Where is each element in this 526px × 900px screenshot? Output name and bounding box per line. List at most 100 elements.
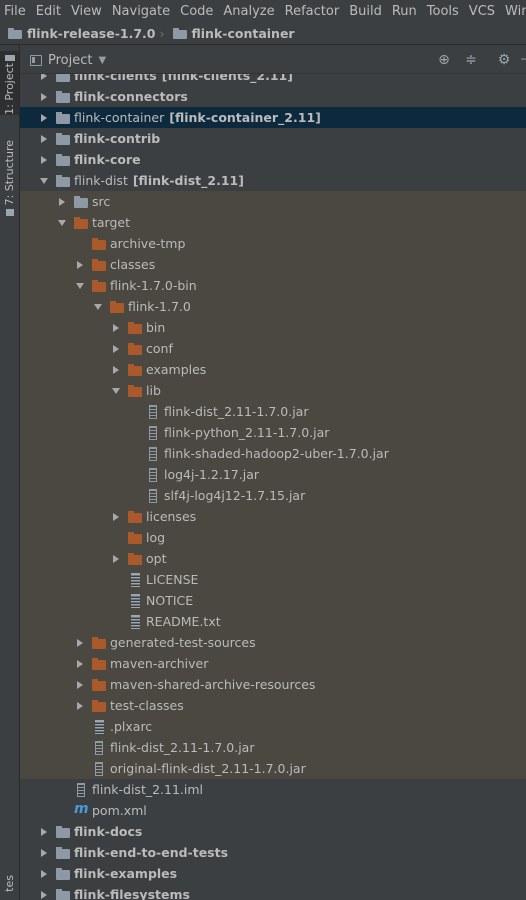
menu-refactor[interactable]: Refactor <box>280 4 345 19</box>
tree-row[interactable]: flink-connectors <box>20 86 526 107</box>
tree-row[interactable]: flink-end-to-end-tests <box>20 842 526 863</box>
tree-item-label: log <box>146 530 166 545</box>
tree-row[interactable]: flink-examples <box>20 863 526 884</box>
tree-item-label: flink-container <box>74 110 165 125</box>
collapsed-arrow-icon[interactable] <box>75 695 85 716</box>
hide-icon[interactable]: ⊣ <box>518 52 526 68</box>
menu-bar: File Edit View Navigate Code Analyze Refactor B… <box>0 0 526 22</box>
collapsed-arrow-icon[interactable] <box>75 653 85 674</box>
expanded-arrow-icon[interactable] <box>93 296 103 317</box>
tab-project[interactable]: 1: Project <box>0 51 19 115</box>
collapsed-arrow-icon[interactable] <box>75 254 85 275</box>
tree-row[interactable]: flink-python_2.11-1.7.0.jar <box>20 422 526 443</box>
expanded-arrow-icon[interactable] <box>111 380 121 401</box>
menu-code[interactable]: Code <box>175 4 218 19</box>
tree-row[interactable]: examples <box>20 359 526 380</box>
menu-run[interactable]: Run <box>387 4 422 19</box>
collapsed-arrow-icon[interactable] <box>57 191 67 212</box>
tree-row[interactable]: maven-shared-archive-resources <box>20 674 526 695</box>
tree-item-label: flink-connectors <box>74 89 188 104</box>
tree-item-label: flink-dist_2.11-1.7.0.jar <box>110 740 255 755</box>
collapsed-arrow-icon[interactable] <box>39 863 49 884</box>
tree-row[interactable]: generated-test-sources <box>20 632 526 653</box>
expanded-arrow-icon[interactable] <box>57 212 67 233</box>
collapsed-arrow-icon[interactable] <box>39 884 49 900</box>
collapsed-arrow-icon[interactable] <box>111 317 121 338</box>
menu-analyze[interactable]: Analyze <box>218 4 279 19</box>
breadcrumb-item-project[interactable]: flink-release-1.7.0 › <box>0 26 165 41</box>
tree-row[interactable]: maven-archiver <box>20 653 526 674</box>
tree-row[interactable]: flink-core <box>20 149 526 170</box>
menu-view[interactable]: View <box>66 4 107 19</box>
tree-row[interactable]: README.txt <box>20 611 526 632</box>
tree-row[interactable]: flink-filesystems <box>20 884 526 900</box>
tree-row[interactable]: src <box>20 191 526 212</box>
tree-row[interactable]: flink-docs <box>20 821 526 842</box>
tree-row[interactable]: LICENSE <box>20 569 526 590</box>
collapse-all-icon[interactable]: ≑ <box>463 52 479 68</box>
panel-title[interactable]: Project <box>48 53 92 68</box>
expanded-arrow-icon[interactable] <box>75 275 85 296</box>
no-arrow <box>75 233 85 254</box>
collapsed-arrow-icon[interactable] <box>111 548 121 569</box>
tree-item-label: original-flink-dist_2.11-1.7.0.jar <box>110 761 306 776</box>
tree-row[interactable]: test-classes <box>20 695 526 716</box>
tree-row[interactable]: target <box>20 212 526 233</box>
tree-row[interactable]: .plxarc <box>20 716 526 737</box>
tree-row[interactable]: conf <box>20 338 526 359</box>
tree-row[interactable]: NOTICE <box>20 590 526 611</box>
collapsed-arrow-icon[interactable] <box>75 632 85 653</box>
gear-icon[interactable]: ⚙ <box>496 52 512 68</box>
menu-navigate[interactable]: Navigate <box>107 4 175 19</box>
collapsed-arrow-icon[interactable] <box>39 821 49 842</box>
no-arrow <box>75 758 85 779</box>
tree-row[interactable]: pom.xml <box>20 800 526 821</box>
tree-row[interactable]: archive-tmp <box>20 233 526 254</box>
tree-row[interactable]: bin <box>20 317 526 338</box>
breadcrumb-item-module[interactable]: flink-container <box>165 26 295 41</box>
tab-structure[interactable]: 7: Structure <box>0 140 19 220</box>
tree-row[interactable]: lib <box>20 380 526 401</box>
module-folder-icon <box>56 174 70 187</box>
tree-row[interactable]: flink-shaded-hadoop2-uber-1.7.0.jar <box>20 443 526 464</box>
menu-vcs[interactable]: VCS <box>464 4 500 19</box>
expanded-arrow-icon[interactable] <box>39 170 49 191</box>
tree-row[interactable]: flink-dist_2.11.iml <box>20 779 526 800</box>
tree-row[interactable]: log <box>20 527 526 548</box>
tree-row[interactable]: log4j-1.2.17.jar <box>20 464 526 485</box>
module-folder-icon <box>56 153 70 166</box>
tree-item-label: flink-filesystems <box>74 887 190 900</box>
menu-build[interactable]: Build <box>344 4 387 19</box>
no-arrow <box>129 464 139 485</box>
tree-row[interactable]: classes <box>20 254 526 275</box>
tree-row[interactable]: flink-1.7.0-bin <box>20 275 526 296</box>
tree-row[interactable]: flink-contrib <box>20 128 526 149</box>
collapsed-arrow-icon[interactable] <box>111 338 121 359</box>
collapsed-arrow-icon[interactable] <box>111 359 121 380</box>
tree-row[interactable]: flink-dist_2.11-1.7.0.jar <box>20 737 526 758</box>
chevron-down-icon[interactable]: ▼ <box>98 55 106 66</box>
tree-row[interactable]: original-flink-dist_2.11-1.7.0.jar <box>20 758 526 779</box>
tree-row[interactable]: flink-dist [flink-dist_2.11] <box>20 170 526 191</box>
collapsed-arrow-icon[interactable] <box>111 506 121 527</box>
tree-row[interactable]: flink-1.7.0 <box>20 296 526 317</box>
collapsed-arrow-icon[interactable] <box>39 842 49 863</box>
menu-file[interactable]: File <box>0 4 31 19</box>
menu-tools[interactable]: Tools <box>422 4 464 19</box>
menu-window[interactable]: Window <box>500 4 526 19</box>
tree-row[interactable]: opt <box>20 548 526 569</box>
tree-row[interactable]: licenses <box>20 506 526 527</box>
collapsed-arrow-icon[interactable] <box>39 74 49 86</box>
collapsed-arrow-icon[interactable] <box>75 674 85 695</box>
collapsed-arrow-icon[interactable] <box>39 128 49 149</box>
tree-row[interactable]: flink-container [flink-container_2.11] <box>20 107 526 128</box>
tab-favorites[interactable]: tes <box>0 875 19 900</box>
menu-edit[interactable]: Edit <box>31 4 66 19</box>
tree-row[interactable]: flink-dist_2.11-1.7.0.jar <box>20 401 526 422</box>
collapsed-arrow-icon[interactable] <box>39 149 49 170</box>
collapsed-arrow-icon[interactable] <box>39 107 49 128</box>
collapsed-arrow-icon[interactable] <box>39 86 49 107</box>
crosshair-icon[interactable]: ⊕ <box>436 52 452 68</box>
tree-row[interactable]: slf4j-log4j12-1.7.15.jar <box>20 485 526 506</box>
tree-row[interactable]: flink-clients [flink-clients_2.11] <box>20 74 526 86</box>
